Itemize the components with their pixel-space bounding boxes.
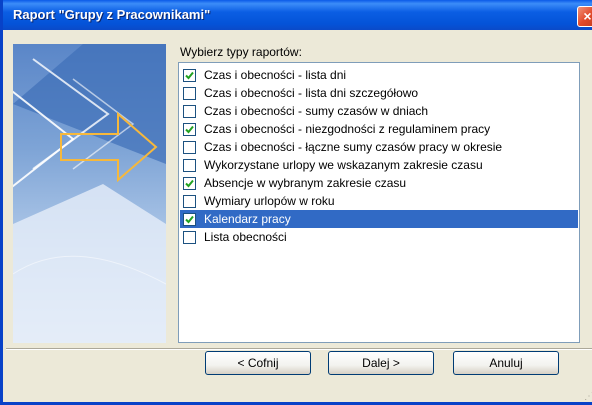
checkbox[interactable]	[183, 69, 196, 82]
close-button[interactable]: ×	[577, 6, 592, 27]
check-mark-icon	[185, 125, 194, 134]
list-item[interactable]: Czas i obecności - sumy czasów w dniach	[180, 102, 578, 120]
footer-separator	[6, 348, 592, 350]
item-label: Czas i obecności - łączne sumy czasów pr…	[204, 140, 503, 154]
item-label: Wymiary urlopów w roku	[204, 194, 335, 208]
list-item[interactable]: Wymiary urlopów w roku	[180, 192, 578, 210]
list-item[interactable]: Czas i obecności - łączne sumy czasów pr…	[180, 138, 578, 156]
item-label: Czas i obecności - niezgodności z regula…	[204, 122, 491, 136]
checkbox[interactable]	[183, 177, 196, 190]
checkbox[interactable]	[183, 231, 196, 244]
item-label: Absencje w wybranym zakresie czasu	[204, 176, 407, 190]
back-button[interactable]: < Cofnij	[205, 351, 311, 375]
report-wizard-dialog: Raport "Grupy z Pracownikami" × Wybierz …	[0, 0, 592, 405]
list-item[interactable]: Czas i obecności - lista dni	[180, 66, 578, 84]
next-button[interactable]: Dalej >	[328, 351, 434, 375]
item-label: Lista obecności	[204, 230, 287, 244]
checkbox[interactable]	[183, 195, 196, 208]
check-mark-icon	[185, 179, 194, 188]
close-icon: ×	[583, 8, 592, 24]
checkbox[interactable]	[183, 87, 196, 100]
checkbox[interactable]	[183, 213, 196, 226]
report-types-list[interactable]: Czas i obecności - lista dni Czas i obec…	[178, 62, 580, 343]
item-label: Czas i obecności - lista dni	[204, 68, 347, 82]
window-title: Raport "Grupy z Pracownikami"	[13, 7, 211, 22]
check-mark-icon	[185, 71, 194, 80]
list-item[interactable]: Lista obecności	[180, 228, 578, 246]
check-mark-icon	[185, 215, 194, 224]
list-item[interactable]: Czas i obecności - lista dni szczegółowo	[180, 84, 578, 102]
list-item[interactable]: Kalendarz pracy	[180, 210, 578, 228]
item-label: Czas i obecności - lista dni szczegółowo	[204, 86, 419, 100]
item-label: Wykorzystane urlopy we wskazanym zakresi…	[204, 158, 483, 172]
checkbox[interactable]	[183, 123, 196, 136]
report-types-label: Wybierz typy raportów:	[180, 45, 302, 59]
list-item[interactable]: Absencje w wybranym zakresie czasu	[180, 174, 578, 192]
resize-grip-icon[interactable]: ⋰	[584, 392, 592, 402]
arrows-graphic-icon	[13, 44, 166, 343]
item-label: Czas i obecności - sumy czasów w dniach	[204, 104, 429, 118]
checkbox[interactable]	[183, 105, 196, 118]
title-bar[interactable]: Raport "Grupy z Pracownikami" ×	[3, 0, 592, 30]
list-item[interactable]: Czas i obecności - niezgodności z regula…	[180, 120, 578, 138]
cancel-button[interactable]: Anuluj	[453, 351, 559, 375]
checkbox[interactable]	[183, 159, 196, 172]
list-item[interactable]: Wykorzystane urlopy we wskazanym zakresi…	[180, 156, 578, 174]
wizard-side-image	[13, 44, 166, 343]
checkbox[interactable]	[183, 141, 196, 154]
item-label: Kalendarz pracy	[204, 212, 291, 226]
